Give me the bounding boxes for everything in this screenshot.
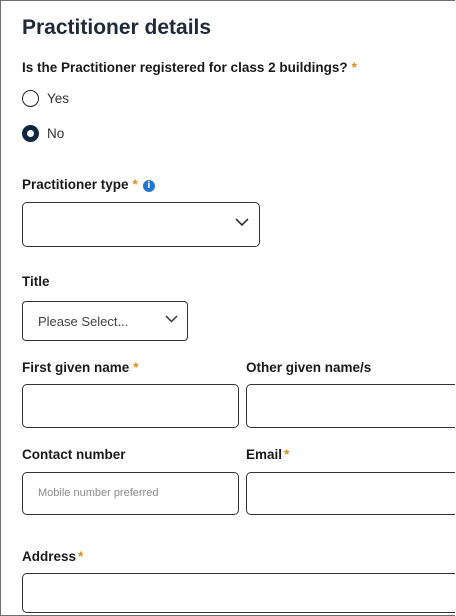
chevron-down-icon: [165, 315, 178, 323]
title-field-label: Title: [22, 274, 50, 289]
other-given-names-label: Other given name/s: [246, 360, 372, 375]
class2-question-label: Is the Practitioner registered for class…: [22, 60, 357, 75]
required-star: *: [284, 447, 290, 462]
first-given-name-label: First given name *: [22, 360, 139, 375]
required-star: *: [351, 60, 357, 75]
practitioner-details-form: Practitioner details Is the Practitioner…: [0, 0, 455, 616]
chevron-down-icon: [235, 218, 249, 227]
radio-option-yes[interactable]: Yes: [22, 90, 69, 107]
practitioner-type-text: Practitioner type: [22, 177, 129, 192]
contact-number-label: Contact number: [22, 447, 126, 462]
address-label: Address *: [22, 549, 83, 564]
required-star: *: [132, 177, 138, 192]
required-star: *: [78, 549, 84, 564]
title-select-value: Please Select...: [38, 314, 129, 329]
practitioner-type-select[interactable]: [22, 202, 260, 247]
practitioner-type-label: Practitioner type * i: [22, 177, 155, 192]
radio-yes-button[interactable]: [22, 90, 39, 107]
address-text: Address: [22, 549, 77, 564]
radio-no-button[interactable]: [22, 125, 39, 142]
radio-no-label[interactable]: No: [47, 126, 64, 141]
section-title: Practitioner details: [22, 16, 212, 39]
contact-number-placeholder: Mobile number preferred: [38, 487, 159, 499]
first-given-name-input[interactable]: [22, 384, 239, 428]
radio-yes-label[interactable]: Yes: [47, 91, 69, 106]
address-input[interactable]: [22, 573, 455, 613]
other-given-names-input[interactable]: [246, 384, 455, 428]
class2-question-text: Is the Practitioner registered for class…: [22, 60, 348, 75]
contact-number-input[interactable]: Mobile number preferred: [22, 472, 239, 515]
title-select[interactable]: Please Select...: [22, 301, 188, 341]
email-label: Email *: [246, 447, 289, 462]
info-icon[interactable]: i: [142, 180, 155, 192]
email-text: Email: [246, 447, 283, 462]
radio-option-no[interactable]: No: [22, 125, 64, 142]
first-given-name-text: First given name: [22, 360, 130, 375]
email-input[interactable]: [246, 472, 455, 515]
required-star: *: [133, 360, 139, 375]
